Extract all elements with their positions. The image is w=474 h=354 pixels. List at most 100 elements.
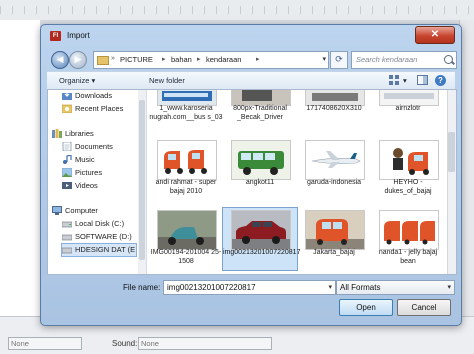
file-name: garuda-indonesia — [306, 179, 362, 186]
file-name: Jakarta_bajaj — [313, 249, 355, 256]
file-tile[interactable]: HEYHO - dukes_of_bajaj — [371, 138, 445, 200]
chevron-right-icon: » — [111, 55, 115, 62]
dialog-title: Import — [67, 31, 90, 40]
file-tile[interactable]: 1717408620X310 — [297, 90, 371, 126]
file-thumbnail — [379, 210, 439, 250]
help-icon[interactable]: ? — [435, 75, 446, 86]
nav-label: SOFTWARE (D:) — [75, 232, 132, 241]
file-list-scroll-thumb[interactable] — [448, 132, 455, 172]
file-name: nanda1 - jelly bajaj bean — [378, 249, 438, 265]
file-tile[interactable]: 1_www.karoseria nugrah.com__bus s_03 — [149, 90, 223, 126]
chevron-down-icon[interactable]: ▾ — [328, 281, 332, 294]
nav-label: Documents — [75, 142, 113, 151]
nav-label: Recent Places — [75, 104, 124, 113]
folder-icon — [97, 56, 109, 65]
drive-icon — [62, 234, 72, 241]
file-tile[interactable]: 800px-Traditional _Becak_Driver — [223, 90, 297, 126]
sound-select[interactable]: None — [138, 337, 272, 350]
nav-label: Videos — [75, 181, 98, 190]
file-tile[interactable]: angkot11 — [223, 138, 297, 200]
file-list-scrollbar[interactable] — [447, 90, 456, 274]
file-tile[interactable]: airnzlotr — [371, 90, 445, 126]
file-name: angkot11 — [245, 179, 275, 186]
file-tile[interactable]: andi rahmat - super bajaj 2010 — [149, 138, 223, 200]
nav-label: Computer — [65, 206, 98, 215]
file-thumbnail — [305, 90, 365, 106]
file-tile[interactable]: IMG00194-201004 25-1508 — [149, 208, 223, 270]
cancel-button[interactable]: Cancel — [397, 299, 451, 316]
file-name-field[interactable]: img00213201007220817 ▾ — [163, 280, 336, 295]
nav-label: Pictures — [75, 168, 103, 177]
host-stage — [0, 20, 40, 330]
nav-label: Libraries — [65, 129, 94, 138]
recent-places-icon — [62, 104, 72, 113]
dialog-footer: File name: img00213201007220817 ▾ All Fo… — [47, 273, 455, 321]
preview-pane-icon[interactable] — [417, 75, 428, 85]
file-thumbnail — [379, 140, 439, 180]
file-name: 1_www.karoseria nugrah.com__bus s_03 — [149, 105, 223, 121]
search-input[interactable]: Search kendaraan — [351, 51, 457, 69]
videos-icon — [62, 182, 72, 189]
chevron-down-icon[interactable]: ▾ — [447, 281, 451, 294]
file-type-select[interactable]: All Formats ▾ — [336, 280, 455, 295]
file-list: 1_www.karoseria nugrah.com__bus s_03 800… — [147, 90, 447, 274]
file-name: HEYHO - dukes_of_bajaj — [384, 179, 432, 195]
file-name: img00213201007220817 — [223, 249, 301, 256]
host-left-field[interactable]: None — [8, 337, 82, 350]
file-tile-selected[interactable]: img00213201007220817 — [222, 207, 301, 271]
address-row: ◀ ▶ » PICTURE ▸ bahan ▸ kendaraan ▸ ▾ ⟳ … — [47, 49, 457, 71]
file-thumbnail — [305, 210, 365, 250]
nav-label: Local Disk (C:) — [75, 219, 125, 228]
file-tile[interactable]: nanda1 - jelly bajaj bean — [371, 208, 445, 270]
drive-icon — [62, 247, 72, 254]
file-name: airnzlotr — [395, 105, 421, 112]
downloads-icon — [62, 91, 72, 100]
libraries-icon — [52, 129, 62, 138]
pictures-icon — [62, 168, 72, 177]
search-icon[interactable] — [444, 55, 453, 64]
organize-button[interactable]: Organize ▾ — [59, 76, 95, 85]
chevron-right-icon[interactable]: ▸ — [162, 55, 166, 63]
breadcrumb-picture[interactable]: PICTURE — [120, 55, 153, 64]
address-bar[interactable]: » PICTURE ▸ bahan ▸ kendaraan ▸ ▾ — [93, 51, 329, 69]
chevron-right-icon[interactable]: ▸ — [256, 55, 260, 63]
file-thumbnail — [379, 90, 439, 106]
chevron-down-icon[interactable]: ▾ — [403, 76, 407, 85]
nav-scroll-thumb[interactable] — [139, 100, 145, 260]
forward-button[interactable]: ▶ — [69, 51, 87, 69]
file-thumbnail — [305, 140, 365, 180]
file-name: andi rahmat - super bajaj 2010 — [155, 179, 217, 195]
chevron-down-icon[interactable]: ▾ — [322, 55, 326, 63]
sound-label: Sound: — [112, 339, 138, 348]
chevron-right-icon[interactable]: ▸ — [197, 55, 201, 63]
import-dialog: Fl Import ✕ ◀ ▶ » PICTURE ▸ bahan ▸ kend… — [40, 24, 462, 326]
dialog-titlebar: Fl Import ✕ — [41, 25, 461, 47]
back-button[interactable]: ◀ — [51, 51, 69, 69]
breadcrumb-kendaraan[interactable]: kendaraan — [206, 55, 241, 64]
file-thumbnail — [157, 90, 217, 106]
file-thumbnail — [157, 210, 217, 250]
file-name-value: img00213201007220817 — [167, 283, 256, 292]
file-thumbnail — [157, 140, 217, 180]
computer-icon — [52, 206, 62, 215]
close-button[interactable]: ✕ — [415, 26, 455, 44]
host-ruler — [0, 6, 474, 14]
file-name: 800px-Traditional _Becak_Driver — [233, 105, 287, 121]
file-tile[interactable]: garuda-indonesia — [297, 138, 371, 200]
refresh-button[interactable]: ⟳ — [330, 51, 348, 69]
flash-app-icon: Fl — [50, 31, 61, 41]
command-bar: Organize ▾ New folder ▾ ? — [47, 71, 455, 90]
new-folder-button[interactable]: New folder — [149, 76, 185, 85]
file-name: 1717408620X310 — [306, 105, 362, 112]
view-options-icon[interactable] — [389, 75, 400, 85]
nav-item-hdesign-e[interactable]: HDESIGN DAT (E — [61, 243, 137, 257]
nav-label: Downloads — [75, 91, 113, 100]
browser-content: Downloads Recent Places Libraries Docume… — [47, 89, 457, 275]
search-placeholder: Search kendaraan — [356, 55, 418, 64]
file-tile[interactable]: Jakarta_bajaj — [297, 208, 371, 270]
file-thumbnail — [231, 90, 291, 106]
file-name-label: File name: — [123, 283, 161, 292]
breadcrumb-bahan[interactable]: bahan — [171, 55, 192, 64]
nav-label: HDESIGN DAT (E — [75, 245, 136, 254]
open-button[interactable]: Open — [339, 299, 393, 316]
